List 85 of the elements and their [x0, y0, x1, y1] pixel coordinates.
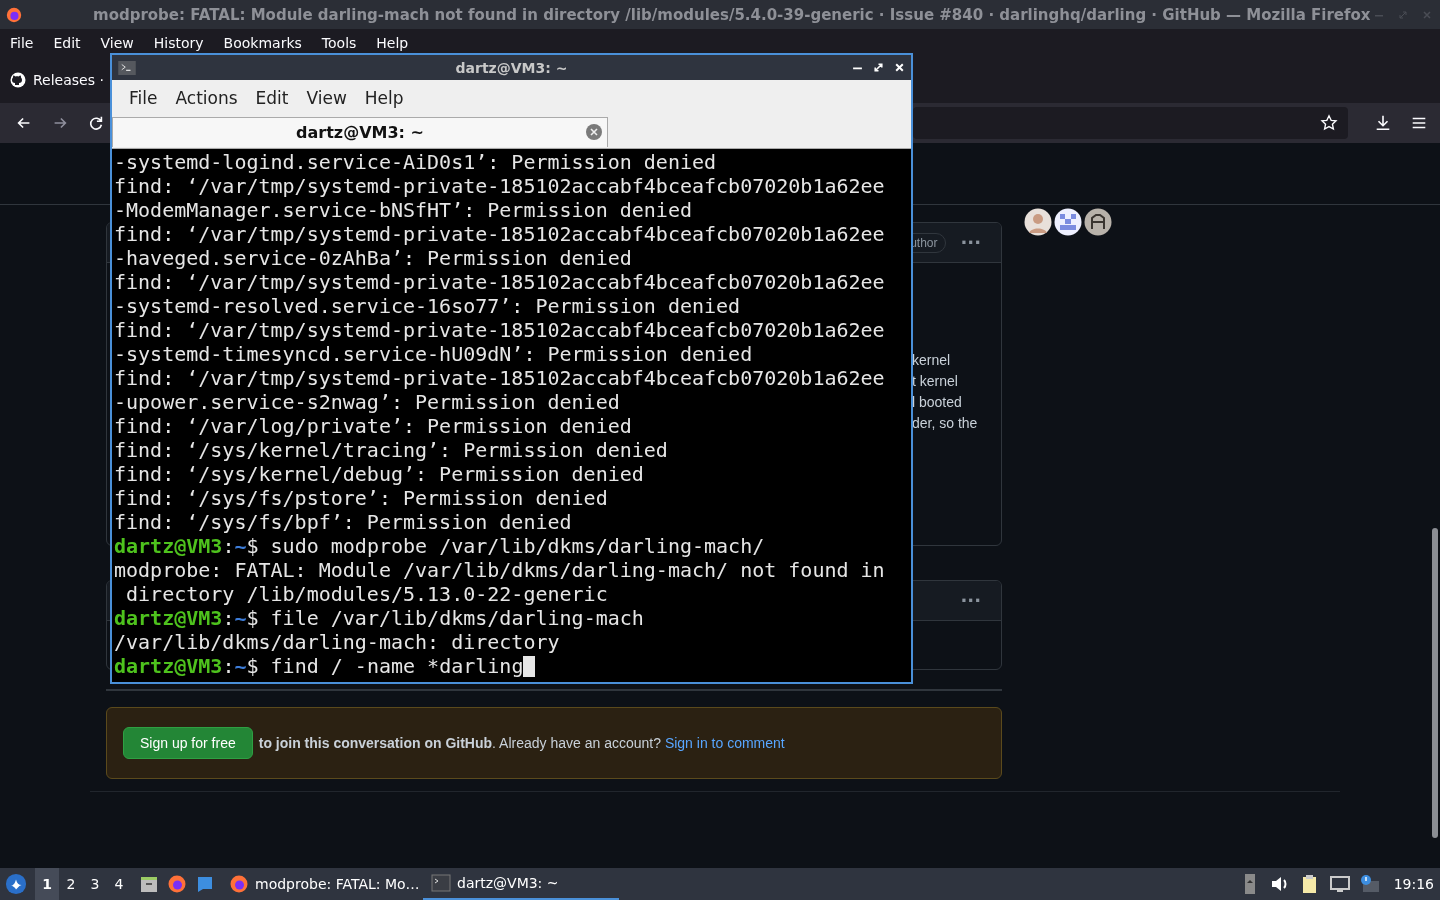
output-line: find: ‘/sys/kernel/tracing’: Permission denied: [114, 438, 668, 462]
output-line: find: ‘/var/tmp/systemd-private-185102accabf4bceafcb07020b1a62ee: [114, 270, 885, 294]
taskbar-task[interactable]: modprobe: FATAL: Mo…: [221, 868, 417, 900]
start-menu-icon[interactable]: [5, 873, 27, 895]
output-line: find: ‘/var/tmp/systemd-private-185102accabf4bceafcb07020b1a62ee: [114, 174, 885, 198]
output-line: find: ‘/sys/fs/bpf’: Permission denied: [114, 510, 572, 534]
output-line: -haveged.service-0zAhBa’: Permission denied: [114, 246, 632, 270]
comment-text: l booted: [912, 393, 963, 412]
terminal-icon: [118, 60, 136, 75]
banner-text: to join this conversation on GitHub. Already have an account? Sign in to comment: [258, 735, 785, 751]
workspace-button[interactable]: 4: [107, 868, 131, 900]
output-line: /var/lib/dkms/darling-mach: directory: [114, 630, 560, 654]
prompt-path: ~: [234, 534, 247, 558]
menu-item[interactable]: Actions: [166, 88, 247, 108]
prompt-separator: :: [222, 534, 235, 558]
chat-icon[interactable]: [195, 874, 215, 894]
output-line: find: ‘/var/tmp/systemd-private-185102accabf4bceafcb07020b1a62ee: [114, 318, 885, 342]
avatar[interactable]: [1084, 208, 1112, 236]
output-line: -upower.service-s2nwag’: Permission denied: [114, 390, 620, 414]
output-line: -systemd-logind.service-AiD0s1’: Permission denied: [114, 150, 717, 174]
output-line: -ModemManager.service-bNSfHT’: Permission denied: [114, 198, 692, 222]
file-manager-icon[interactable]: [139, 874, 159, 894]
firefox-icon: [229, 874, 249, 894]
star-icon[interactable]: [1320, 114, 1338, 132]
output-line: -systemd-resolved.service-16so77’: Permission denied: [114, 294, 741, 318]
comment-text: kernel: [912, 351, 952, 370]
avatar[interactable]: [1024, 208, 1052, 236]
menu-item[interactable]: File: [120, 88, 167, 108]
menu-item[interactable]: Tools: [315, 35, 363, 51]
scrollbar-thumb[interactable]: [1432, 528, 1438, 838]
maximize-icon[interactable]: [873, 62, 884, 73]
workspace-button[interactable]: 2: [59, 868, 83, 900]
prompt-separator: :: [222, 606, 235, 630]
download-icon[interactable]: [1374, 114, 1392, 132]
menu-item[interactable]: File: [4, 35, 40, 51]
menu-item[interactable]: Edit: [47, 35, 87, 51]
signin-link[interactable]: Sign in to comment: [664, 735, 785, 751]
terminal-icon: [431, 873, 451, 893]
firefox-icon[interactable]: [167, 874, 187, 894]
workspace-button[interactable]: 3: [83, 868, 107, 900]
prompt-symbol: $: [246, 654, 259, 678]
more-button[interactable]: ···: [960, 591, 981, 610]
menu-item[interactable]: History: [147, 35, 210, 51]
workspace-button[interactable]: 1: [35, 868, 59, 900]
output-line: find: ‘/sys/kernel/debug’: Permission denied: [114, 462, 644, 486]
command-text: file /var/lib/dkms/darling-mach: [270, 606, 644, 630]
prompt-symbol: $: [246, 534, 259, 558]
output-line: find: ‘/var/log/private’: Permission denied: [114, 414, 632, 438]
prompt-user: dartz@VM3: [114, 654, 223, 678]
command-text: find / -name *darling: [270, 654, 524, 678]
reload-icon[interactable]: [87, 114, 105, 132]
prompt-separator: :: [222, 654, 235, 678]
signup-button[interactable]: Sign up for free: [123, 727, 253, 759]
github-icon: [10, 72, 26, 88]
output-line: directory /lib/modules/5.13.0-22-generic: [125, 582, 608, 606]
menu-item[interactable]: View: [297, 88, 356, 108]
close-tab-icon[interactable]: [586, 124, 602, 140]
more-button[interactable]: ···: [960, 233, 981, 252]
comment-text: der, so the: [912, 414, 979, 433]
terminal-tab[interactable]: dartz@VM3: ~: [112, 117, 608, 147]
prompt-path: ~: [234, 654, 247, 678]
menu-item[interactable]: Help: [370, 35, 415, 51]
command-text: sudo modprobe /var/lib/dkms/darling-mach/: [270, 534, 765, 558]
window-title: modprobe: FATAL: Module darling-mach not found in directory /lib/modules/5.4.0-39-generic · Issue #840 · darlinghq/darling · GitHub — Mozilla Firefox: [93, 5, 1371, 24]
taskbar-task[interactable]: dartz@VM3: ~: [423, 868, 619, 900]
output-line: -systemd-timesyncd.service-hU09dN’: Permission denied: [114, 342, 753, 366]
menu-item[interactable]: Help: [355, 88, 413, 108]
menu-item[interactable]: Bookmarks: [217, 35, 308, 51]
clock: 19:16: [1393, 876, 1434, 892]
menu-item[interactable]: View: [94, 35, 140, 51]
prompt-user: dartz@VM3: [114, 606, 223, 630]
output-line: find: ‘/sys/fs/pstore’: Permission denied: [114, 486, 608, 510]
firefox-icon: [5, 5, 23, 24]
menu-item[interactable]: Edit: [246, 88, 298, 108]
output-line: modprobe: FATAL: Module /var/lib/dkms/darling-mach/ not found in: [114, 558, 885, 582]
avatar[interactable]: [1054, 208, 1082, 236]
output-line: find: ‘/var/tmp/systemd-private-185102accabf4bceafcb07020b1a62ee: [114, 366, 885, 390]
notification-icon[interactable]: [1359, 874, 1380, 894]
prompt-user: dartz@VM3: [114, 534, 223, 558]
browser-tab[interactable]: Releases ·: [0, 66, 114, 94]
network-icon[interactable]: [1329, 874, 1350, 894]
output-line: find: ‘/var/tmp/systemd-private-185102accabf4bceafcb07020b1a62ee: [114, 222, 885, 246]
window-title: dartz@VM3: ~: [455, 59, 568, 76]
prompt-path: ~: [234, 606, 247, 630]
prompt-symbol: $: [246, 606, 259, 630]
